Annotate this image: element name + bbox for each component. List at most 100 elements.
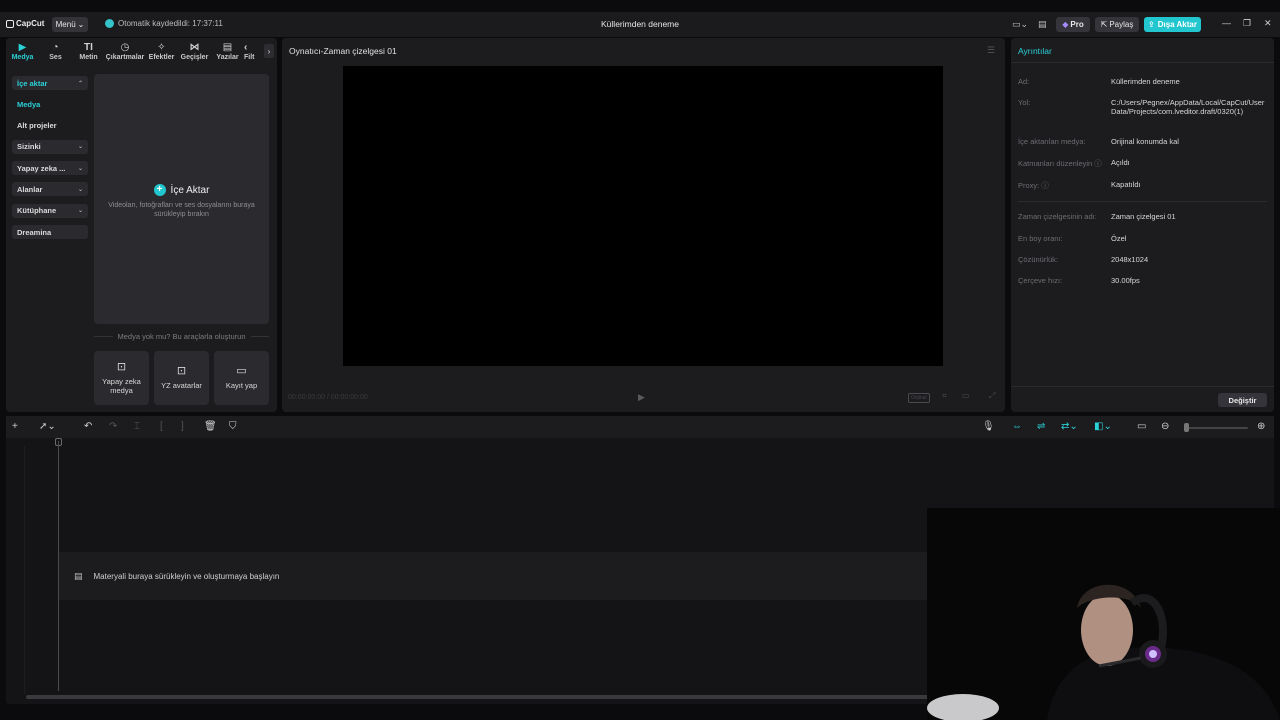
zoom-in-icon[interactable]: ⊕ xyxy=(1257,421,1265,432)
chevron-down-icon: ⌄ xyxy=(77,20,85,29)
divider xyxy=(94,336,113,337)
filters-icon: ‹ xyxy=(244,41,248,53)
chevron-down-icon: ⌄ xyxy=(77,144,83,151)
sidebar-item-label: Alt projeler xyxy=(17,121,57,131)
export-label: Dışa Aktar xyxy=(1157,20,1197,29)
restore-icon[interactable]: ❐ xyxy=(1243,18,1251,29)
zoom-out-icon[interactable]: ⊖ xyxy=(1161,421,1169,432)
create-tiles: ⊡ Yapay zeka medya ⊡ YZ avatarlar ▭ Kayı… xyxy=(94,351,269,405)
tab-text[interactable]: TI Metin xyxy=(72,38,105,64)
detail-row-timeline-name: Zaman çizelgesinin adı: Zaman çizelgesi … xyxy=(1018,212,1268,221)
fullscreen-icon[interactable]: ⤢ xyxy=(989,391,995,401)
ratio-button[interactable]: Orijinal xyxy=(908,393,930,403)
close-icon[interactable]: ✕ xyxy=(1264,18,1272,29)
plus-icon: + xyxy=(153,184,166,196)
details-title: Ayrıntılar xyxy=(1018,46,1052,56)
link-clips-icon[interactable]: ⇄⌄ xyxy=(1061,421,1078,432)
magnet-icon[interactable]: ⇌ xyxy=(1037,421,1045,432)
share-label: Paylaş xyxy=(1109,20,1134,29)
link-main-track-icon[interactable]: ⇔ xyxy=(1012,421,1022,432)
chevron-up-icon: ⌃ xyxy=(77,80,83,87)
detail-row-resolution: Çözünürlük: 2048x1024 xyxy=(1018,255,1268,264)
zoom-slider[interactable] xyxy=(1186,427,1248,429)
import-hint: Videoları, fotoğrafları ve ses dosyaları… xyxy=(108,202,255,218)
tab-effects[interactable]: ✧ Efektler xyxy=(145,38,178,64)
tab-audio[interactable]: ◔ Ses xyxy=(39,38,72,64)
microphone-icon[interactable]: 🎙 xyxy=(982,421,995,432)
delete-icon[interactable]: 🗑 xyxy=(204,421,217,432)
split-icon[interactable]: ⌶ xyxy=(134,421,140,432)
camera-icon: ▭ xyxy=(236,365,247,377)
tab-captions[interactable]: ▤ Yazılar xyxy=(211,38,244,64)
hamburger-menu-icon[interactable]: ☰ xyxy=(987,45,995,56)
share-button[interactable]: ⇱ Paylaş xyxy=(1095,17,1139,32)
change-button[interactable]: Değiştir xyxy=(1218,393,1267,407)
import-title: İçe Aktar xyxy=(170,184,210,196)
trim-left-icon[interactable]: [ xyxy=(160,421,163,432)
sidebar-item-spaces[interactable]: Alanlar ⌄ xyxy=(12,182,88,197)
webcam-overlay xyxy=(927,508,1280,720)
crop-icon[interactable]: ⌗ xyxy=(942,391,947,401)
timeline-scrollbar[interactable] xyxy=(26,695,931,699)
app-logo-text: CapCut xyxy=(16,19,45,28)
sidebar-item-import[interactable]: İçe aktar ⌃ xyxy=(12,76,88,90)
media-panel: ▶ Medya ◔ Ses TI Metin ◷ Çıkartmalar ✧ E… xyxy=(6,38,277,412)
chevron-right-icon[interactable]: › xyxy=(264,44,274,58)
tab-stickers[interactable]: ◷ Çıkartmalar xyxy=(105,38,145,64)
avatar-icon: ⊡ xyxy=(176,365,187,377)
pro-button[interactable]: ◆ Pro xyxy=(1056,17,1090,32)
import-dropzone[interactable]: + İçe Aktar Videoları, fotoğrafları ve s… xyxy=(94,74,269,324)
detail-key: Çerçeve hızı: xyxy=(1018,276,1063,285)
detail-value: 30.00fps xyxy=(1111,276,1140,285)
create-hint: Medya yok mu? Bu araçlarla oluşturun xyxy=(94,332,270,341)
sidebar-item-ai[interactable]: Yapay zeka ... ⌄ xyxy=(12,161,88,176)
play-icon[interactable]: ▶ xyxy=(638,392,645,403)
caption-icon[interactable]: ▭ xyxy=(1137,421,1146,432)
webcam-person-image xyxy=(927,508,1280,720)
ai-avatars-tile[interactable]: ⊡ YZ avatarlar xyxy=(154,351,209,405)
quality-icon[interactable]: ▭ xyxy=(962,391,970,400)
record-tile[interactable]: ▭ Kayıt yap xyxy=(214,351,269,405)
detail-row-path: Yol: C:/Users/Pegnex/AppData/Local/CapCu… xyxy=(1018,98,1268,116)
sidebar-item-yours[interactable]: Sizinki ⌄ xyxy=(12,139,88,154)
ai-media-tile[interactable]: ⊡ Yapay zeka medya xyxy=(94,351,149,405)
detail-row-aspect-ratio: En boy oranı: Özel xyxy=(1018,234,1268,243)
tile-label: Kayıt yap xyxy=(225,381,258,390)
preview-canvas[interactable] xyxy=(343,66,943,366)
divider xyxy=(1018,201,1267,202)
minimize-icon[interactable]: — xyxy=(1222,18,1231,28)
sidebar-item-dreamina[interactable]: Dreamina xyxy=(12,225,88,240)
tab-filters[interactable]: ‹ Filt xyxy=(244,38,262,64)
preview-axis-icon[interactable]: ◧⌄ xyxy=(1094,421,1112,432)
import-button[interactable]: + İçe Aktar xyxy=(94,184,269,196)
detail-row-proxy: Proxy: ⓘ Kapatıldı xyxy=(1018,180,1268,191)
detail-row-frame-rate: Çerçeve hızı: 30.00fps xyxy=(1018,276,1268,285)
sidebar-item-media[interactable]: Medya xyxy=(12,97,88,111)
shield-icon[interactable]: ⛉ xyxy=(229,421,237,432)
trim-right-icon[interactable]: ] xyxy=(181,421,184,432)
layout-icon[interactable]: ▭⌄ xyxy=(1012,19,1028,30)
autosave-text: Otomatik kaydedildi: 17:37:11 xyxy=(118,19,223,28)
divider xyxy=(1011,62,1274,63)
undo-icon[interactable]: ↶ xyxy=(84,421,92,432)
pro-label: Pro xyxy=(1070,20,1084,29)
redo-icon[interactable]: ↷ xyxy=(109,421,117,432)
menu-button-label: Menü xyxy=(55,20,76,29)
plus-icon[interactable]: + xyxy=(12,421,18,432)
export-button[interactable]: ⇪ Dışa Aktar xyxy=(1144,17,1201,32)
tab-media[interactable]: ▶ Medya xyxy=(6,38,39,64)
tab-transitions[interactable]: ⋈ Geçişler xyxy=(178,38,211,64)
chevron-down-icon: ⌄ xyxy=(77,186,83,193)
sidebar-item-subprojects[interactable]: Alt projeler xyxy=(12,119,88,133)
detail-key: Ad: xyxy=(1018,77,1030,86)
media-icon: ▶ xyxy=(18,41,27,53)
keyboard-icon[interactable]: ▤ xyxy=(1038,19,1047,30)
detail-key: İçe aktarılan medya: xyxy=(1018,137,1086,146)
select-cursor-icon[interactable]: ➚⌄ xyxy=(39,421,56,432)
timeline-toolbar: + ➚⌄ ↶ ↷ ⌶ [ ] 🗑 ⛉ 🎙 ⇔ ⇌ ⇄⌄ ◧⌄ ▭ ⊖ ⊕ xyxy=(6,416,1274,438)
tab-label: Ses xyxy=(49,53,62,61)
zoom-slider-handle[interactable] xyxy=(1184,423,1189,432)
menu-button[interactable]: Menü ⌄ xyxy=(52,17,88,32)
sidebar-item-library[interactable]: Kütüphane ⌄ xyxy=(12,203,88,218)
text-icon: TI xyxy=(84,41,93,53)
